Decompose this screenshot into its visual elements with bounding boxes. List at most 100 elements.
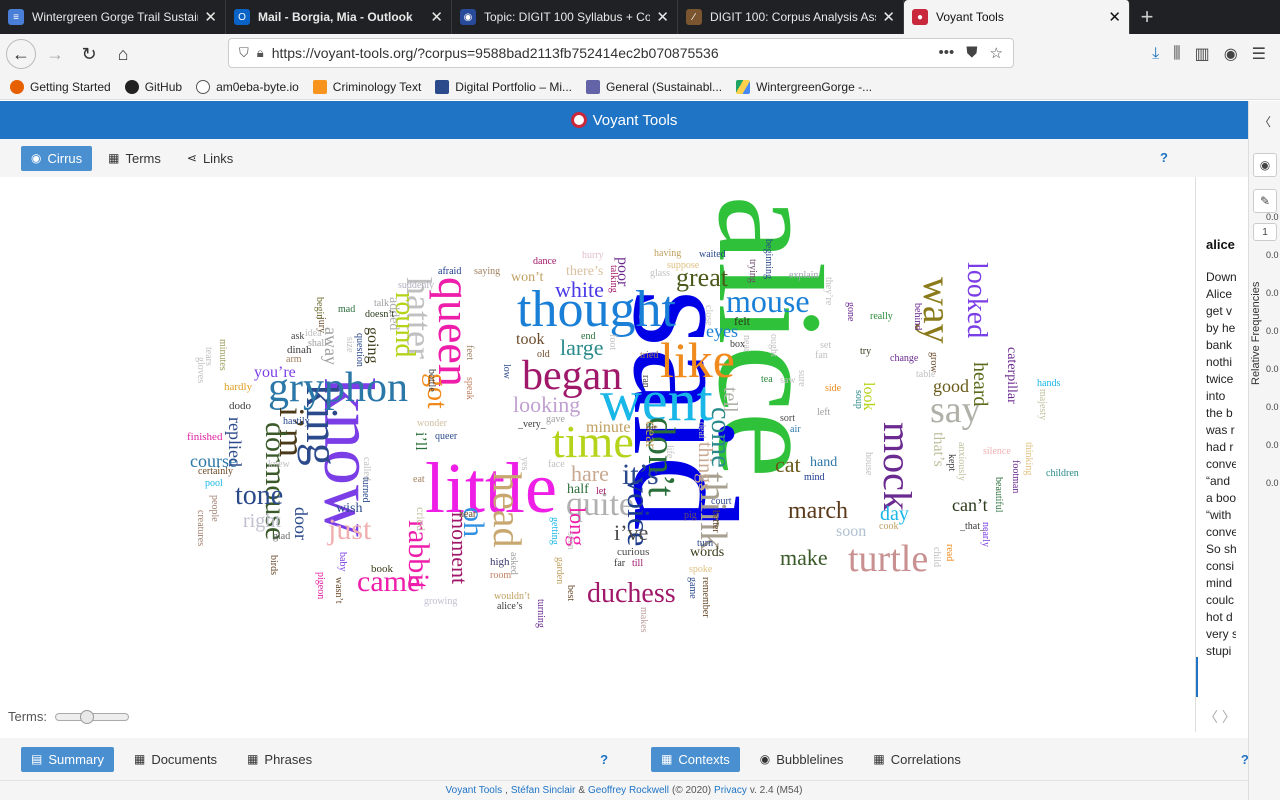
cloud-word[interactable]: certainly: [198, 467, 233, 477]
cloud-word[interactable]: bottle: [426, 369, 437, 392]
more-icon[interactable]: •••: [939, 44, 955, 62]
collapse-icon[interactable]: 〈: [1253, 109, 1277, 133]
cloud-word[interactable]: pigeon: [315, 572, 326, 599]
reader-nav-arrows[interactable]: 〈 〉: [1204, 707, 1236, 727]
cloud-word[interactable]: child: [931, 547, 942, 567]
cloud-word[interactable]: creatures: [195, 510, 206, 546]
tab-cirrus[interactable]: ◉ Cirrus: [21, 145, 93, 171]
star-icon[interactable]: ☆: [990, 44, 1003, 62]
help-button[interactable]: ?: [600, 752, 608, 767]
cloud-word[interactable]: there’s: [566, 265, 603, 279]
bookmark[interactable]: Criminology Text: [312, 79, 421, 94]
tab-correlations[interactable]: ▦ Correlations: [863, 747, 970, 772]
cloud-word[interactable]: book: [371, 564, 393, 575]
cloud-word[interactable]: that’s: [930, 432, 947, 467]
cloud-word[interactable]: mind: [804, 473, 825, 483]
cloud-word[interactable]: majesty: [1037, 389, 1048, 420]
download-icon[interactable]: ⤓: [1152, 45, 1159, 63]
terms-slider[interactable]: [55, 709, 129, 724]
close-icon[interactable]: ✕: [1108, 8, 1121, 26]
cloud-word[interactable]: felt: [734, 315, 750, 327]
cloud-word[interactable]: low: [501, 364, 512, 379]
browser-tab[interactable]: ≡ Wintergreen Gorge Trail Sustain ✕: [0, 0, 226, 34]
cloud-word[interactable]: kept: [946, 454, 957, 471]
tab-bubblelines[interactable]: ◉ Bubblelines: [750, 747, 854, 772]
cloud-word[interactable]: tone: [235, 482, 283, 510]
address-bar[interactable]: ⛉ 🔒︎ https://voyant-tools.org/?corpus=95…: [228, 38, 1014, 68]
cloud-word[interactable]: foot: [607, 334, 618, 350]
cloud-word[interactable]: grow: [928, 352, 939, 373]
cloud-word[interactable]: saw: [780, 376, 796, 386]
slider-handle[interactable]: [80, 709, 94, 724]
cloud-word[interactable]: near: [741, 335, 752, 352]
cloud-word[interactable]: seen: [565, 532, 576, 550]
cloud-word[interactable]: house: [863, 452, 874, 475]
cloud-word[interactable]: getting: [549, 517, 560, 545]
cloud-word[interactable]: duchess: [587, 580, 676, 608]
cloud-word[interactable]: ask: [291, 332, 304, 342]
cloud-word[interactable]: turning: [535, 599, 546, 628]
cloud-word[interactable]: suppose: [667, 261, 699, 271]
cloud-word[interactable]: glass: [650, 269, 670, 279]
reload-button[interactable]: ↻: [74, 39, 104, 69]
cloud-word[interactable]: really: [870, 312, 893, 322]
cloud-word[interactable]: afraid: [438, 267, 461, 277]
cloud-word[interactable]: bit: [646, 424, 657, 434]
cloud-word[interactable]: garden: [554, 557, 565, 584]
cloud-word[interactable]: feet: [464, 345, 475, 360]
tab-links[interactable]: ⋖ Links: [177, 146, 243, 171]
author-link[interactable]: Stéfan Sinclair: [511, 785, 575, 796]
cloud-word[interactable]: can’t: [952, 496, 988, 514]
cloud-word[interactable]: hurry: [582, 251, 604, 261]
cloud-word[interactable]: i’ll: [412, 432, 429, 451]
cloud-word[interactable]: talk: [374, 299, 389, 309]
library-icon[interactable]: ⫼: [1173, 45, 1180, 63]
cloud-word[interactable]: turn: [697, 539, 713, 549]
cloud-word[interactable]: side: [825, 384, 841, 394]
cloud-word[interactable]: tea: [761, 375, 773, 385]
cloud-word[interactable]: end: [581, 332, 595, 342]
cloud-word[interactable]: white: [555, 279, 604, 301]
cloud-word[interactable]: tell: [719, 387, 741, 413]
cloud-word[interactable]: best: [565, 585, 576, 601]
cloud-word[interactable]: good: [933, 377, 969, 395]
cloud-word[interactable]: people: [209, 495, 220, 522]
cloud-word[interactable]: alice’s: [497, 602, 523, 612]
cloud-word[interactable]: cried: [414, 507, 428, 531]
cloud-word[interactable]: hardly: [224, 382, 252, 393]
cloud-word[interactable]: deal: [696, 422, 707, 439]
bookmark[interactable]: Digital Portfolio – Mi...: [435, 79, 572, 94]
cloud-word[interactable]: fan: [815, 351, 828, 361]
cloud-word[interactable]: game: [687, 577, 698, 599]
cloud-word[interactable]: looked: [961, 262, 992, 338]
cloud-word[interactable]: talking: [608, 265, 619, 293]
cloud-word[interactable]: trying: [747, 259, 758, 283]
cloud-word[interactable]: beautiful: [993, 477, 1004, 513]
cloud-word[interactable]: hear: [459, 510, 476, 520]
cloud-word[interactable]: wonder: [417, 419, 447, 429]
cloud-word[interactable]: way: [915, 277, 960, 344]
cloud-word[interactable]: air: [790, 425, 801, 435]
browser-tab[interactable]: ◉ Topic: DIGIT 100 Syllabus + Co ✕: [452, 0, 678, 34]
cloud-word[interactable]: birds: [268, 555, 279, 575]
cloud-word[interactable]: march: [788, 499, 848, 523]
cloud-word[interactable]: going: [364, 327, 381, 363]
cloud-word[interactable]: turtle: [848, 540, 928, 578]
tab-terms[interactable]: ▦ Terms: [98, 146, 171, 171]
bookmark[interactable]: am0eba-byte.io: [196, 79, 299, 94]
cloud-word[interactable]: face: [548, 460, 565, 470]
cloud-word[interactable]: wasn’t: [333, 577, 344, 603]
cloud-word[interactable]: growing: [424, 597, 457, 607]
cloud-word[interactable]: caterpillar: [1004, 347, 1019, 404]
cloud-word[interactable]: gone: [845, 302, 856, 321]
cloud-word[interactable]: like: [660, 335, 735, 385]
cloud-word[interactable]: spoke: [689, 565, 712, 575]
help-button[interactable]: ?: [1241, 752, 1249, 767]
cloud-word[interactable]: glad: [273, 532, 290, 542]
cloud-word[interactable]: suddenly: [398, 281, 434, 291]
cloud-word[interactable]: mouse: [726, 285, 810, 317]
page-number[interactable]: 1: [1253, 223, 1277, 241]
new-tab-button[interactable]: +: [1130, 0, 1164, 34]
cloud-word[interactable]: dance: [533, 257, 556, 267]
cloud-word[interactable]: question: [354, 333, 365, 367]
